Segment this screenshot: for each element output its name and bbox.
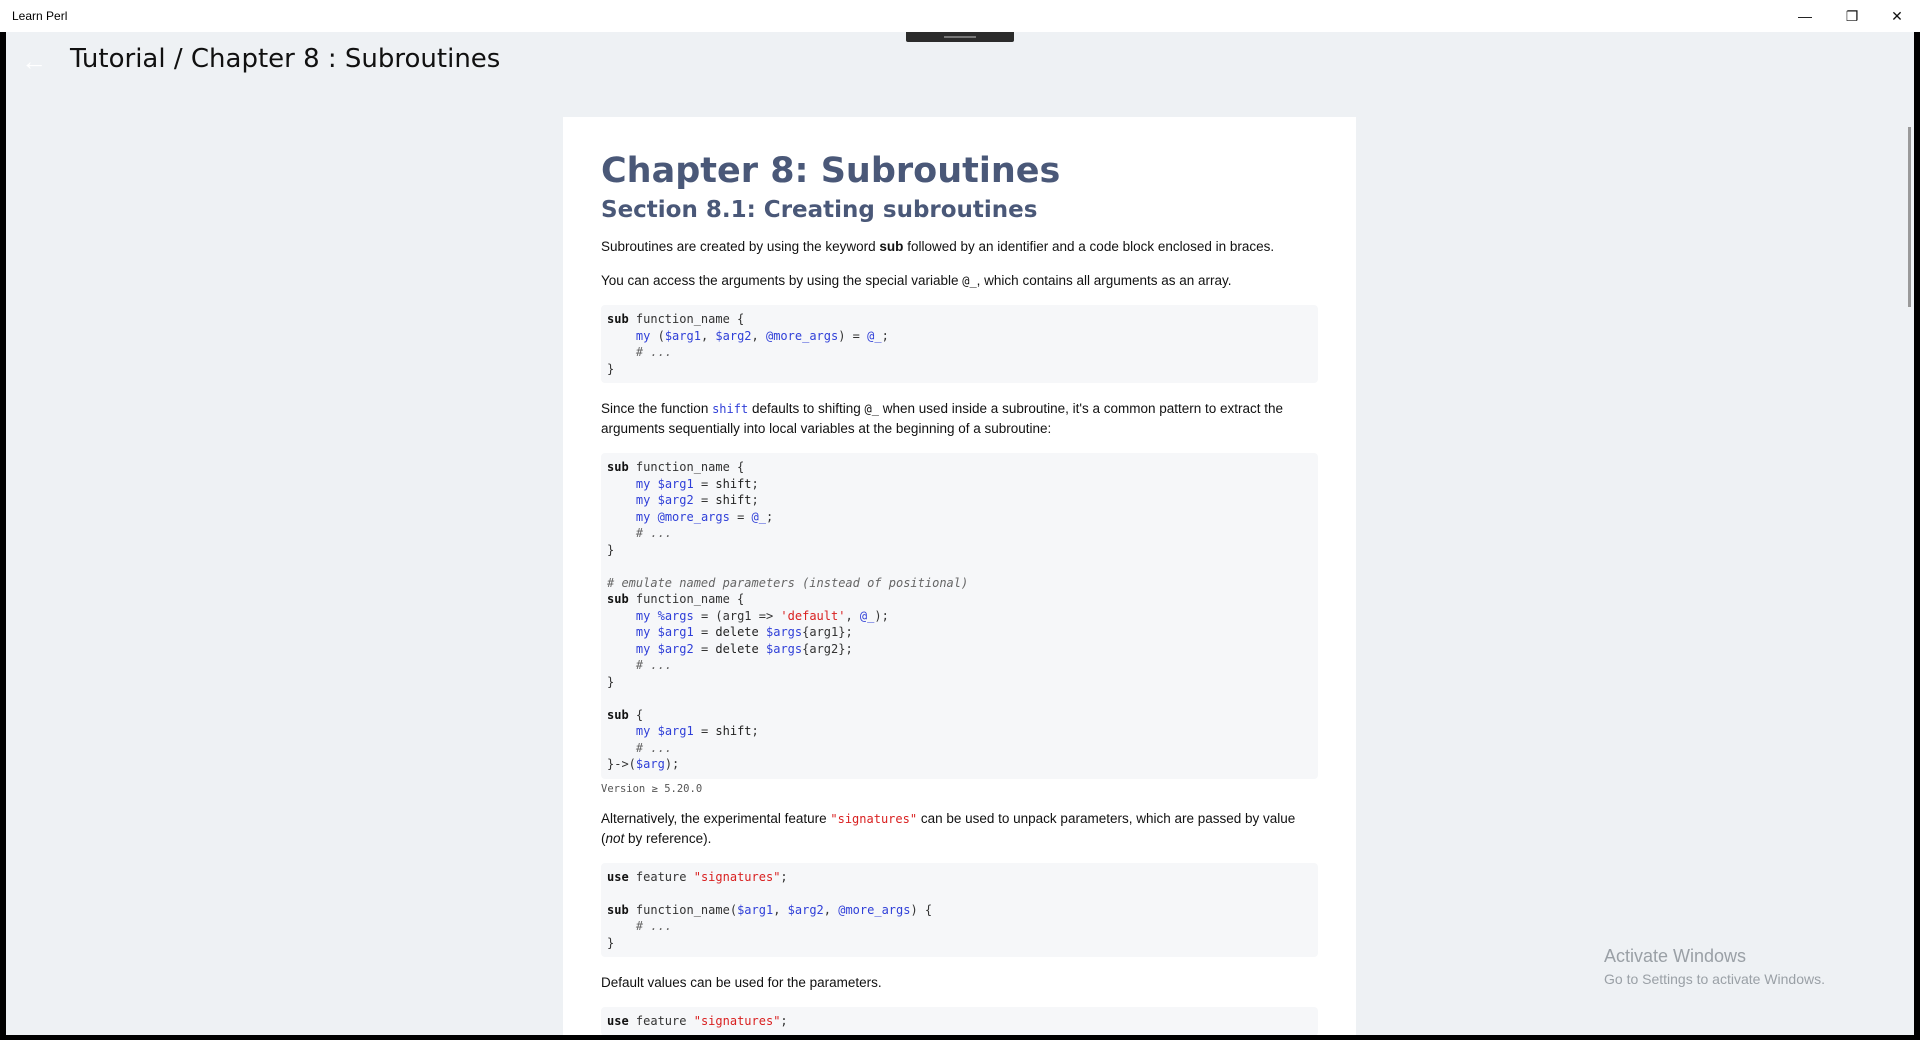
app-title: Learn Perl (12, 9, 68, 23)
chapter-heading: Chapter 8: Subroutines (601, 151, 1061, 191)
paragraph-intro: Subroutines are created by using the key… (601, 239, 1275, 254)
code-block-1: sub function_name { my ($arg1, $arg2, @m… (601, 305, 1318, 383)
close-icon: ✕ (1891, 7, 1903, 24)
back-button[interactable]: ← (16, 46, 52, 76)
code-block-3: use feature "signatures"; sub function_n… (601, 862, 1318, 957)
activate-windows-watermark: Activate Windows Go to Settings to activ… (1604, 946, 1825, 987)
minimize-icon: — (1798, 8, 1812, 24)
keyword-sub: sub (879, 239, 904, 254)
close-button[interactable]: ✕ (1874, 0, 1920, 32)
window-title-bar: Learn Perl — ❐ ✕ (0, 0, 1920, 32)
article-card: Chapter 8: Subroutines Section 8.1: Crea… (563, 117, 1356, 1035)
paragraph-defaults: Default values can be used for the param… (601, 975, 882, 990)
page-title: Tutorial / Chapter 8 : Subroutines (70, 44, 501, 74)
vertical-scrollbar[interactable] (1908, 127, 1911, 307)
maximize-button[interactable]: ❐ (1829, 0, 1875, 32)
drag-handle[interactable] (906, 32, 1014, 42)
version-note: Version ≥ 5.20.0 (601, 782, 703, 795)
inline-code-args-2: @_ (864, 402, 879, 416)
paragraph-shift: Since the function shift defaults to shi… (601, 401, 1284, 436)
inline-code-shift: shift (712, 402, 749, 416)
section-heading: Section 8.1: Creating subroutines (601, 197, 1038, 223)
minimize-button[interactable]: — (1782, 0, 1828, 32)
back-arrow-icon: ← (21, 46, 47, 76)
restore-icon: ❐ (1845, 7, 1859, 24)
app-content: ← Tutorial / Chapter 8 : Subroutines Cha… (6, 32, 1914, 1035)
inline-code-args: @_ (962, 274, 977, 288)
emphasis-not: not (605, 830, 625, 846)
paragraph-arguments: You can access the arguments by using th… (601, 273, 1232, 288)
code-block-2: sub function_name { my $arg1 = shift; my… (601, 453, 1318, 779)
code-block-4: use feature "signatures"; (601, 1007, 1318, 1035)
paragraph-signatures: Alternatively, the experimental feature … (601, 810, 1296, 846)
inline-code-signatures: "signatures" (830, 811, 918, 826)
